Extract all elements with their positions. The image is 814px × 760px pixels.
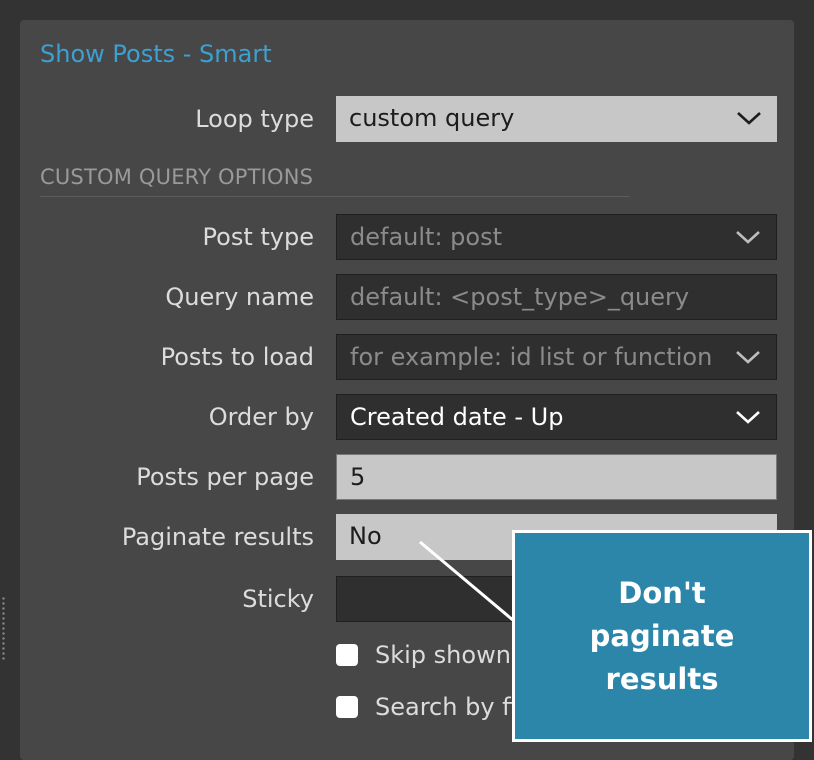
query-name-input[interactable]: default: <post_type>_query: [336, 274, 777, 320]
skip-shown-label: Skip shown: [375, 641, 511, 669]
chevron-down-icon: [734, 408, 762, 426]
search-by-checkbox[interactable]: [336, 696, 358, 718]
paginate-results-label: Paginate results: [121, 523, 314, 551]
post-type-placeholder: default: post: [350, 223, 502, 251]
posts-per-page-input[interactable]: 5: [336, 454, 777, 500]
loop-type-label: Loop type: [195, 105, 314, 133]
section-divider: [40, 196, 630, 197]
sticky-label: Sticky: [242, 585, 314, 613]
posts-per-page-row: Posts per page 5: [20, 454, 794, 500]
posts-per-page-value: 5: [350, 463, 366, 491]
order-by-label: Order by: [208, 403, 314, 431]
posts-to-load-row: Posts to load for example: id list or fu…: [20, 334, 794, 380]
skip-shown-checkbox[interactable]: [336, 644, 358, 666]
query-name-row: Query name default: <post_type>_query: [20, 274, 794, 320]
order-by-select[interactable]: Created date - Up: [336, 394, 777, 440]
chevron-down-icon: [734, 348, 762, 366]
post-type-select[interactable]: default: post: [336, 214, 777, 260]
chevron-down-icon: [735, 109, 763, 127]
loop-type-value: custom query: [349, 104, 515, 132]
posts-to-load-label: Posts to load: [160, 343, 314, 371]
post-type-row: Post type default: post: [20, 214, 794, 260]
loop-type-row: Loop type custom query: [20, 96, 794, 142]
order-by-row: Order by Created date - Up: [20, 394, 794, 440]
drag-handle-icon[interactable]: [2, 596, 5, 660]
query-name-label: Query name: [165, 283, 314, 311]
posts-per-page-label: Posts per page: [136, 463, 314, 491]
callout-box: Don't paginate results: [512, 530, 812, 742]
search-by-label: Search by fi: [375, 693, 518, 721]
order-by-value: Created date - Up: [350, 403, 564, 431]
paginate-results-value: No: [349, 522, 382, 550]
post-type-label: Post type: [202, 223, 314, 251]
callout-text: Don't paginate results: [589, 575, 735, 696]
loop-type-select[interactable]: custom query: [336, 96, 777, 142]
chevron-down-icon: [734, 228, 762, 246]
panel-title: Show Posts - Smart: [40, 40, 272, 68]
posts-to-load-placeholder: for example: id list or function: [350, 343, 713, 371]
posts-to-load-select[interactable]: for example: id list or function: [336, 334, 777, 380]
query-name-placeholder: default: <post_type>_query: [350, 283, 690, 311]
section-heading: CUSTOM QUERY OPTIONS: [40, 165, 314, 189]
